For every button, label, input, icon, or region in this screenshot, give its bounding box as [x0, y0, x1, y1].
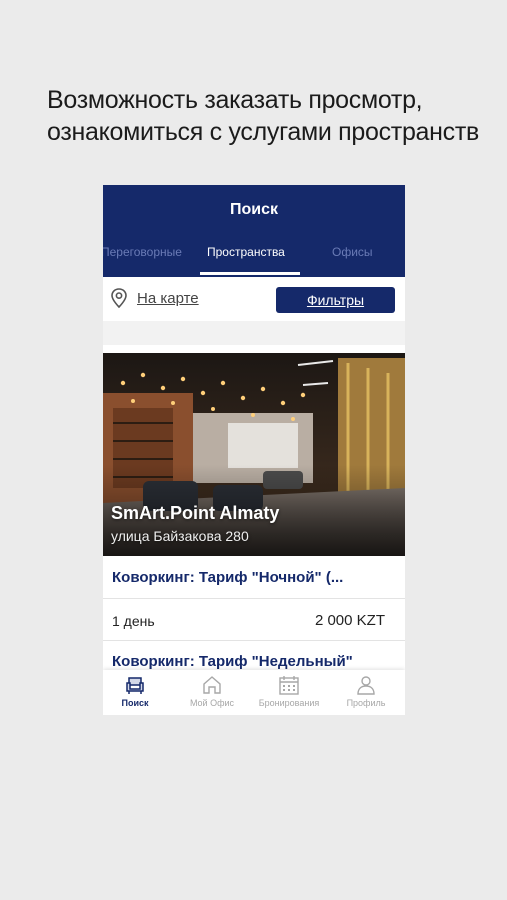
- page-title: Поиск: [229, 201, 278, 218]
- section-divider: [103, 321, 405, 345]
- tariff-period: 1 день: [112, 613, 155, 629]
- tab-meeting-rooms[interactable]: Переговорные: [103, 245, 182, 259]
- home-icon: [203, 676, 221, 694]
- tariff-price: 2 000 KZT: [314, 612, 385, 629]
- tariff-title[interactable]: Коворкинг: Тариф "Ночной" (...: [112, 569, 397, 586]
- active-tab-indicator: [200, 272, 300, 275]
- nav-search[interactable]: Поиск: [103, 674, 173, 708]
- bottom-navigation: Поиск Мой Офис Бронирования Профиль: [103, 670, 405, 715]
- tariff-price-row: 1 день 2 000 KZT: [103, 599, 405, 639]
- nav-my-office[interactable]: Мой Офис: [174, 674, 250, 708]
- space-photo[interactable]: SmArt.Point Almaty улица Байзакова 280: [103, 353, 405, 556]
- space-address: улица Байзакова 280: [111, 528, 249, 544]
- nav-bookings[interactable]: Бронирования: [251, 674, 327, 708]
- map-view-link[interactable]: На карте: [109, 287, 199, 309]
- nav-profile-label: Профиль: [346, 698, 386, 708]
- space-name: SmArt.Point Almaty: [111, 503, 280, 523]
- tab-spaces[interactable]: Пространства: [207, 245, 285, 259]
- location-pin-icon: [111, 288, 127, 309]
- armchair-icon: [126, 677, 144, 694]
- caption-line-2: ознакомиться с услугами пространств: [47, 118, 479, 146]
- nav-profile[interactable]: Профиль: [328, 674, 404, 708]
- nav-search-label: Поиск: [121, 698, 149, 708]
- nav-my-office-label: Мой Офис: [189, 698, 235, 708]
- tariff-title[interactable]: Коворкинг: Тариф "Недельный": [112, 653, 397, 670]
- caption-line-1: Возможность заказать просмотр,: [47, 86, 423, 114]
- calendar-icon: [279, 676, 299, 695]
- app-screen: Поиск Переговорные Пространства Офисы На…: [103, 185, 405, 715]
- nav-bookings-label: Бронирования: [258, 698, 320, 708]
- app-header: Поиск Переговорные Пространства Офисы: [103, 185, 405, 277]
- coworking-interior-image: [103, 353, 405, 556]
- search-toolbar: На карте Фильтры: [103, 277, 405, 321]
- filters-button[interactable]: Фильтры: [276, 287, 395, 313]
- divider: [103, 640, 405, 641]
- map-view-label: На карте: [137, 289, 199, 307]
- user-icon: [357, 676, 375, 695]
- tab-offices[interactable]: Офисы: [332, 245, 373, 259]
- promo-caption: Возможность заказать просмотр, ознакомит…: [47, 84, 487, 148]
- tab-bar: Переговорные Пространства Офисы: [103, 245, 405, 277]
